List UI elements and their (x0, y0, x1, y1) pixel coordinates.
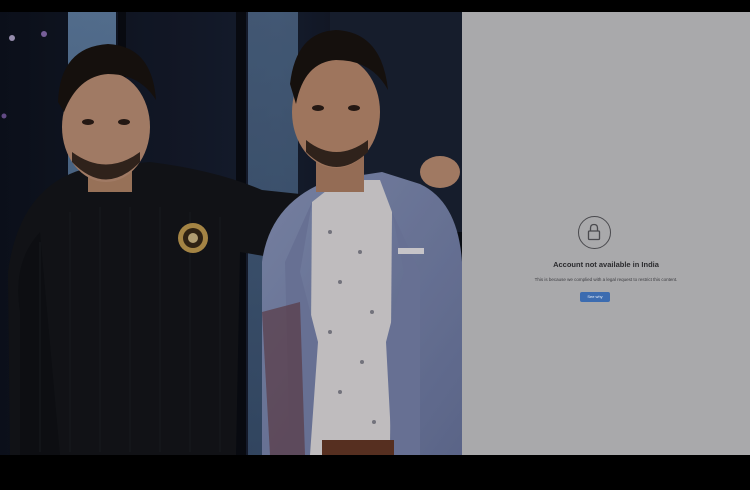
post-media: Account not available in India This is b… (0, 12, 750, 455)
lock-icon (578, 216, 611, 249)
see-why-button[interactable]: See why (580, 292, 610, 302)
blocked-content-notice: Account not available in India This is b… (462, 12, 750, 455)
photo[interactable] (0, 12, 462, 455)
blocked-title: Account not available in India (553, 260, 659, 269)
screen-frame: Account not available in India This is b… (0, 0, 750, 490)
photo-image (0, 12, 462, 455)
blocked-description: This is because we complied with a legal… (534, 277, 678, 282)
lock-glyph (587, 223, 601, 241)
